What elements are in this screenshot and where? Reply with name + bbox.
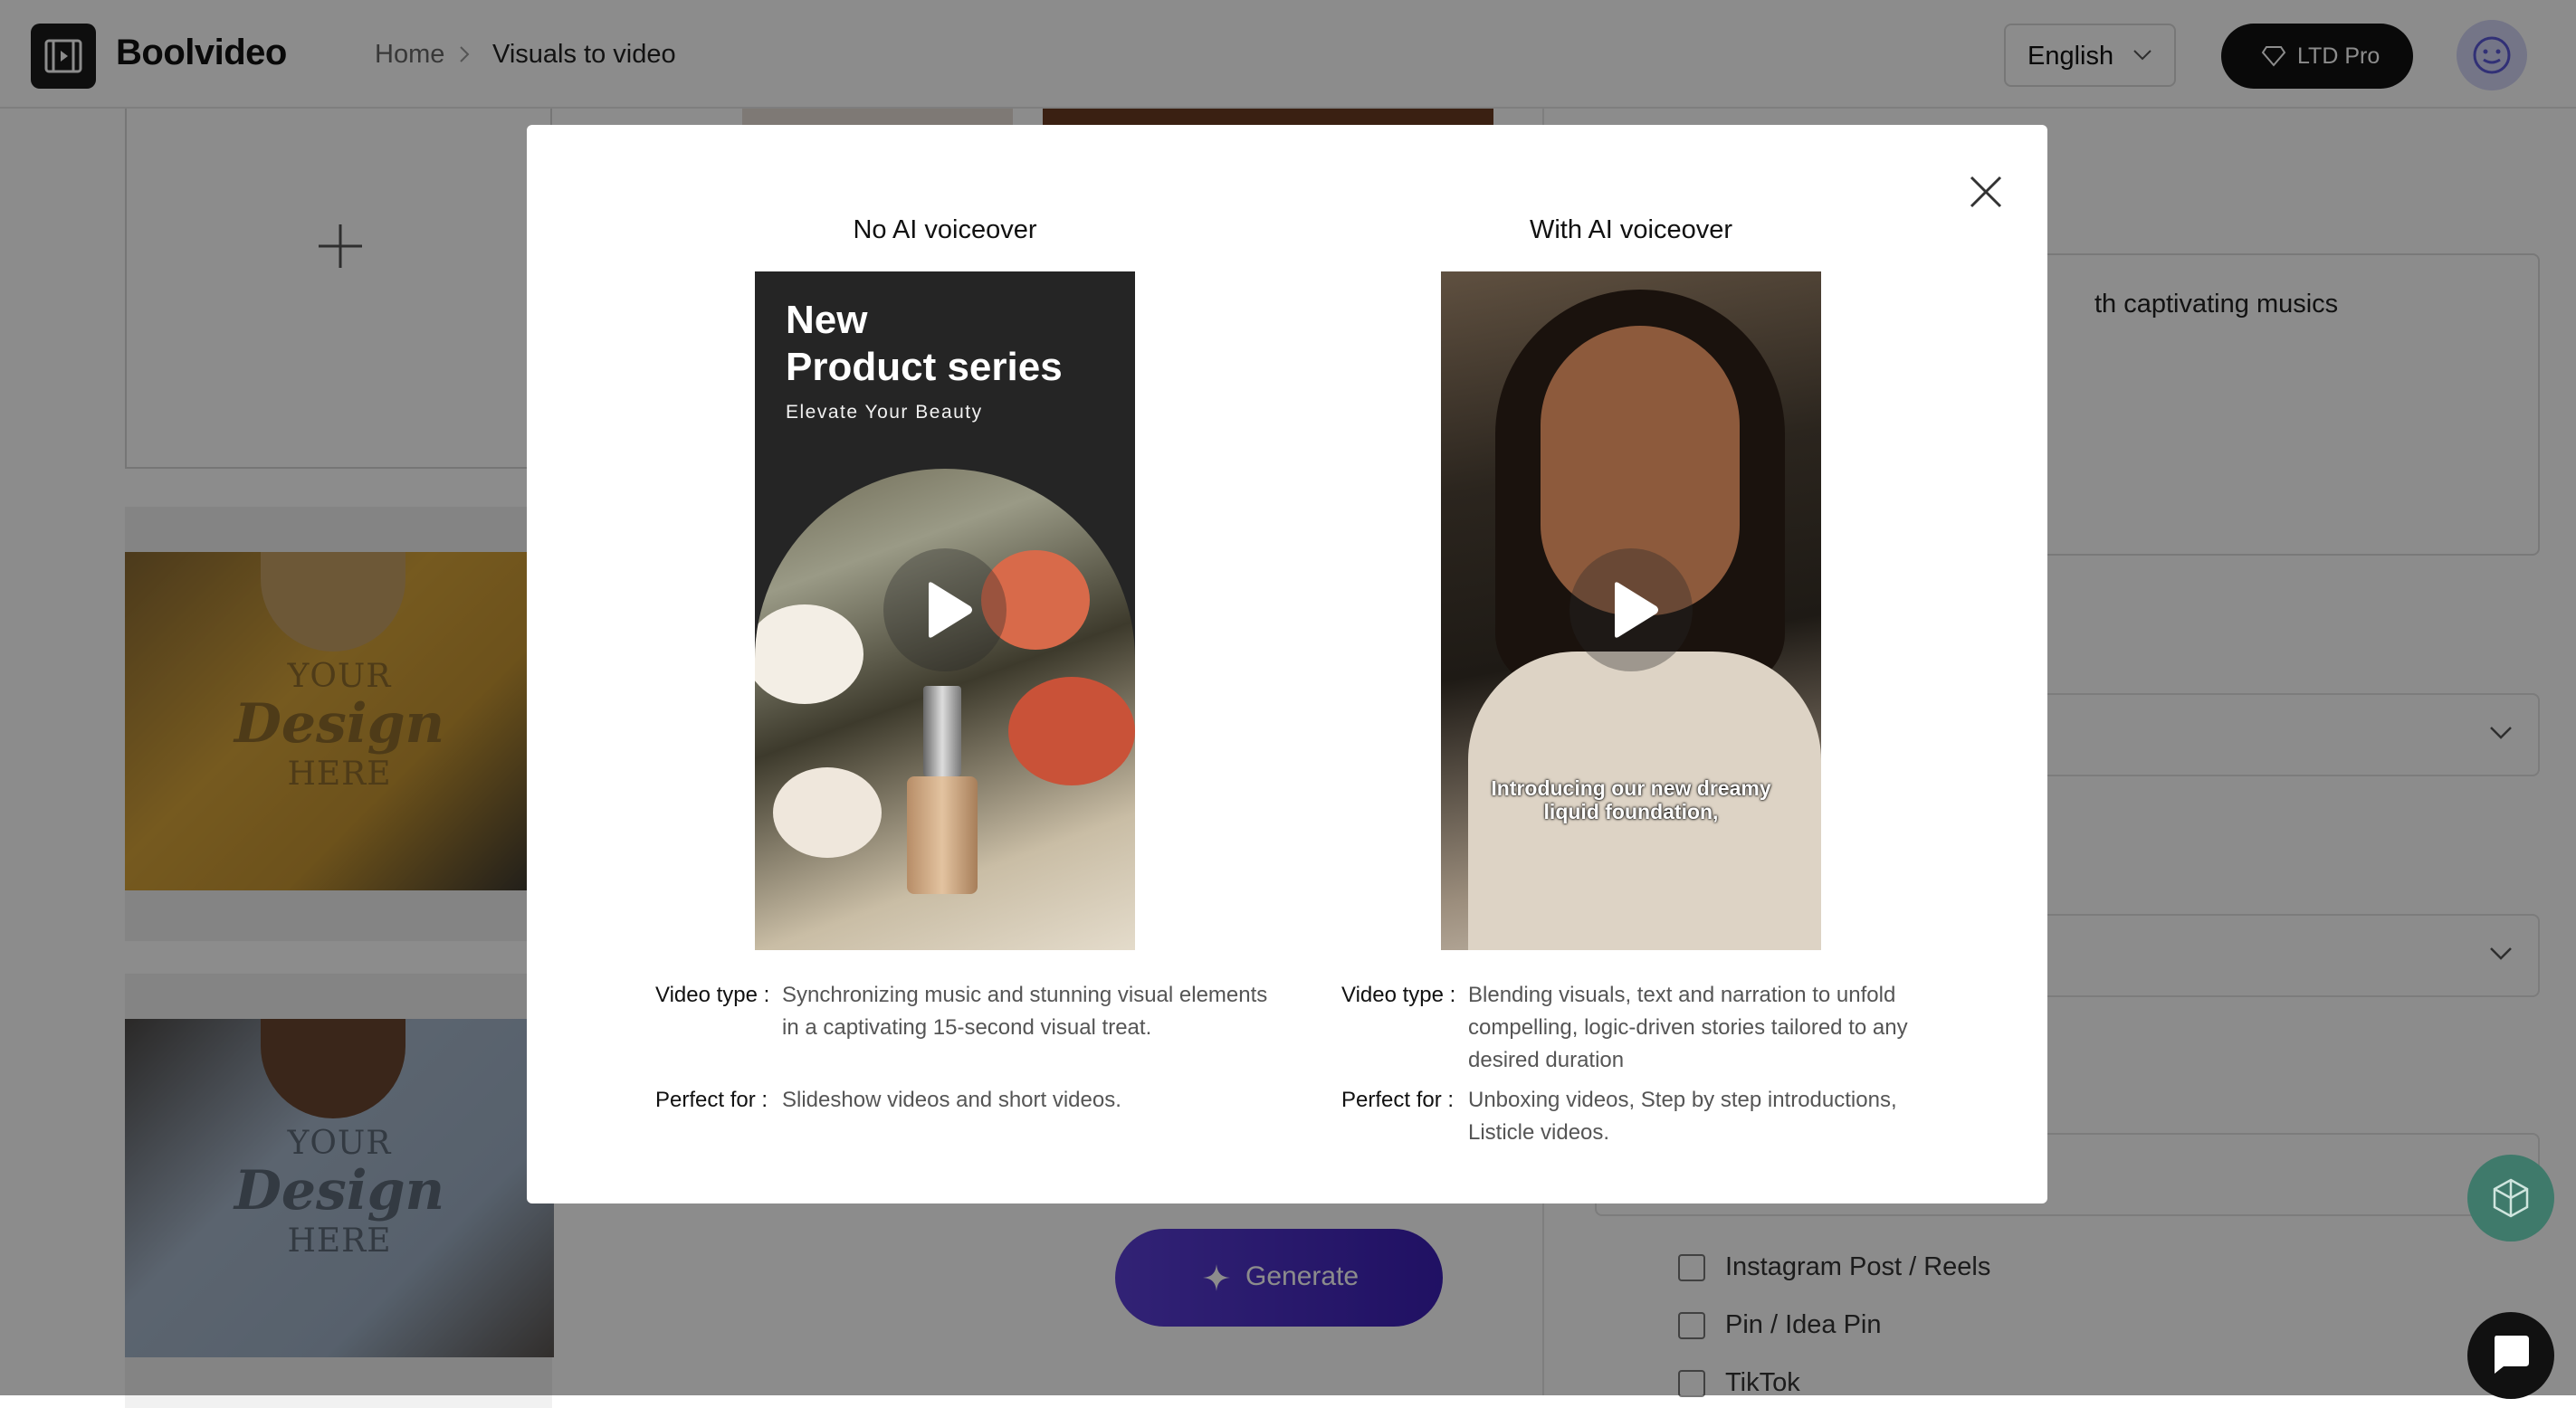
bottle-cap-shape — [923, 686, 961, 776]
flower-shape — [755, 604, 863, 704]
video-type-value: Blending visuals, text and narration to … — [1468, 983, 1908, 1072]
video-type-key: Video type : — [1341, 983, 1456, 1007]
option-title-with-voiceover: With AI voiceover — [1529, 215, 1733, 244]
cube-icon — [2493, 1178, 2529, 1218]
chat-button[interactable] — [2467, 1312, 2554, 1399]
option-title-no-voiceover: No AI voiceover — [853, 215, 1037, 244]
flower-shape — [773, 767, 882, 858]
play-icon — [1615, 582, 1658, 638]
bottle-shape — [907, 776, 978, 894]
play-icon — [929, 582, 972, 638]
perfect-for-key: Perfect for : — [1341, 1088, 1455, 1112]
perfect-for-value: Slideshow videos and short videos. — [782, 1088, 1121, 1112]
perfect-for-key: Perfect for : — [655, 1088, 768, 1112]
play-button[interactable] — [1569, 548, 1693, 671]
video-caption: Introducing our new dreamy liquid founda… — [1491, 776, 1771, 823]
video-type-key: Video type : — [655, 983, 770, 1007]
preview-heading-line2: Product series — [786, 345, 1063, 389]
flower-shape — [1008, 677, 1135, 785]
perfect-for-value: Unboxing videos, Step by step introducti… — [1468, 1088, 1897, 1145]
preview-heading-line1: New — [786, 298, 868, 342]
cube-helper-button[interactable] — [2467, 1155, 2554, 1242]
play-button[interactable] — [883, 548, 1007, 671]
video-preview-with-voiceover[interactable]: Introducing our new dreamy liquid founda… — [1441, 271, 1821, 950]
voiceover-choice-modal: No AI voiceover New Product series Eleva… — [527, 125, 2047, 1203]
product-photo — [755, 469, 1135, 950]
preview-subheading: Elevate Your Beauty — [786, 402, 983, 423]
chat-icon — [2495, 1336, 2529, 1374]
video-type-value: Synchronizing music and stunning visual … — [782, 983, 1268, 1040]
close-icon[interactable] — [1961, 166, 2011, 217]
preview-heading: New Product series — [786, 297, 1063, 391]
video-preview-no-voiceover[interactable]: New Product series Elevate Your Beauty — [755, 271, 1135, 950]
